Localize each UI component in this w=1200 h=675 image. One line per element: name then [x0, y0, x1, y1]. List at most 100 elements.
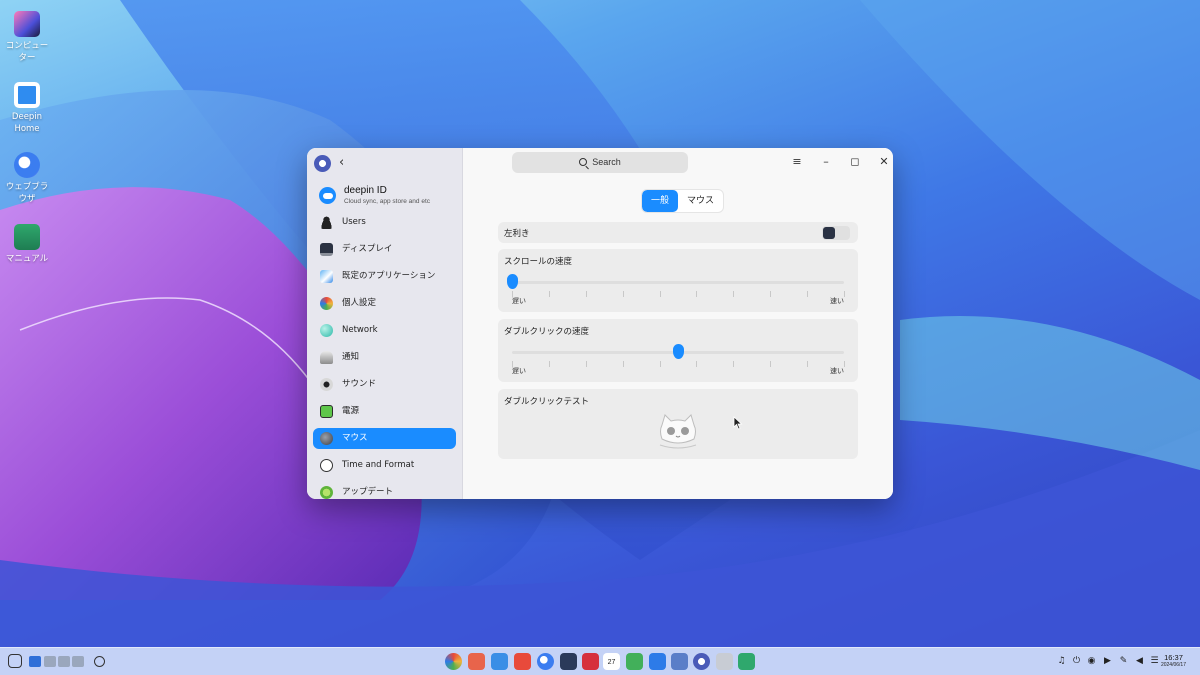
sidebar-item-label: Users [342, 217, 366, 227]
sidebar-item-label: アップデート [342, 487, 394, 497]
minimize-button[interactable]: – [818, 154, 834, 170]
screen-record-icon[interactable]: ▶ [1102, 656, 1113, 666]
computer-icon [14, 11, 40, 37]
slider-tick [844, 361, 845, 367]
slider-tick [512, 291, 513, 297]
cloud-icon [319, 187, 336, 204]
slider-tick [585, 291, 587, 297]
browser-icon[interactable] [537, 653, 554, 670]
sidebar-item-label: Network [342, 325, 378, 335]
slow-label: 遅い [512, 367, 526, 375]
back-button[interactable]: ‹ [339, 155, 344, 170]
tab-mouse[interactable]: マウス [678, 190, 723, 212]
workspace-4-icon[interactable] [72, 656, 84, 667]
scroll-speed-label: スクロールの速度 [504, 257, 573, 267]
sidebar-item-users[interactable]: Users [313, 212, 456, 233]
desktop-icon-browser[interactable]: ウェブブラウザ [4, 152, 50, 205]
slider-tick [548, 361, 550, 367]
sidebar-item-default-apps[interactable]: 既定のアプリケーション [313, 266, 456, 287]
desktop-icon-computer[interactable]: コンピューター [4, 11, 50, 64]
double-click-speed-card: ダブルクリックの速度 遅い 速い [498, 319, 858, 382]
search-box[interactable]: Search [512, 152, 688, 173]
slider-tick [585, 361, 587, 367]
sidebar-item-network[interactable]: Network [313, 320, 456, 341]
workspace-2-icon[interactable] [44, 656, 56, 667]
slider-tick [659, 361, 661, 367]
desktop-icon-label: マニュアル [5, 254, 49, 264]
fast-label: 速い [830, 367, 844, 375]
network-icon[interactable]: ☰ [1149, 656, 1160, 666]
control-center-window: ‹ deepin ID Cloud sync, app store and et… [307, 148, 893, 499]
sidebar-item-notifications[interactable]: 通知 [313, 347, 456, 368]
menu-button[interactable]: ≡ [789, 154, 805, 170]
sidebar-item-mouse[interactable]: マウス [313, 428, 456, 449]
slider-tick [512, 361, 513, 367]
calendar-icon[interactable]: 27 [603, 653, 620, 670]
search-icon [579, 158, 588, 166]
slow-label: 遅い [512, 297, 526, 305]
tab-general[interactable]: 一般 [642, 190, 679, 212]
manual-icon [14, 224, 40, 250]
sidebar-nav: Users ディスプレイ 既定のアプリケーション 個人設定 Network 通知 [313, 212, 456, 499]
double-click-speed-thumb[interactable] [672, 344, 684, 359]
power-icon[interactable]: ⏻ [1071, 656, 1082, 666]
close-button[interactable]: ✕ [876, 154, 892, 170]
screenshot-icon[interactable] [671, 653, 688, 670]
multitask-view-icon[interactable] [8, 654, 22, 668]
slider-tick [844, 291, 845, 297]
sidebar-item-power[interactable]: 電源 [313, 401, 456, 422]
volume-icon[interactable]: ◀ [1134, 656, 1145, 666]
update-icon [320, 486, 333, 499]
control-center-logo-icon [314, 155, 331, 172]
sidebar-item-label: マウス [342, 433, 368, 443]
battery-icon [320, 405, 333, 418]
sidebar-item-sound[interactable]: サウンド [313, 374, 456, 395]
search-icon[interactable] [94, 656, 105, 667]
taskbar: 27 ♫ ⏻ ◉ ▶ ✎ ◀ ☰ 16:37 2024/06/17 [0, 647, 1200, 675]
scroll-speed-card: スクロールの速度 遅い 速い [498, 249, 858, 312]
control-center-icon[interactable] [693, 653, 710, 670]
user-icon [320, 216, 333, 229]
deepin-id-item[interactable]: deepin ID Cloud sync, app store and etc [319, 185, 456, 209]
sidebar-item-time-and-format[interactable]: Time and Format [313, 455, 456, 476]
app-store-bag-icon[interactable] [514, 653, 531, 670]
pen-icon[interactable]: ✎ [1118, 656, 1129, 666]
sidebar-item-label: 通知 [342, 352, 360, 362]
bell-icon [320, 351, 333, 364]
terminal-icon[interactable] [560, 653, 577, 670]
workspace-1-icon[interactable] [29, 656, 41, 667]
double-click-test-mascot-icon[interactable] [656, 411, 700, 451]
deepin-home-icon [14, 82, 40, 108]
mail-icon[interactable] [582, 653, 599, 670]
music-icon[interactable] [626, 653, 643, 670]
sidebar-item-display[interactable]: ディスプレイ [313, 239, 456, 260]
maximize-button[interactable]: ◻ [847, 154, 863, 170]
scroll-speed-track[interactable] [512, 281, 844, 284]
browser-icon [14, 152, 40, 178]
default-apps-icon [320, 270, 333, 283]
desktop-icon-label: ウェブブラウザ [5, 182, 49, 204]
desktop-icon-label: コンピューター [5, 41, 49, 63]
slider-tick [548, 291, 550, 297]
app-store-icon[interactable] [468, 653, 485, 670]
left-handed-switch[interactable] [822, 226, 850, 240]
clock[interactable]: 16:37 2024/06/17 [1161, 653, 1186, 668]
scroll-speed-thumb[interactable] [506, 274, 518, 289]
manual-icon[interactable] [738, 653, 755, 670]
launcher-icon[interactable] [445, 653, 462, 670]
desktop-icon-manual[interactable]: マニュアル [4, 224, 50, 265]
workspace-3-icon[interactable] [58, 656, 70, 667]
sidebar-item-personalization[interactable]: 個人設定 [313, 293, 456, 314]
sidebar-item-label: 電源 [342, 406, 360, 416]
sidebar-item-update[interactable]: アップデート [313, 482, 456, 499]
input-method-icon[interactable]: ♫ [1056, 656, 1067, 666]
clock-time: 16:37 [1164, 653, 1183, 662]
desktop-icon-deepin-home[interactable]: Deepin Home [4, 82, 50, 135]
video-icon[interactable] [649, 653, 666, 670]
notification-icon[interactable]: ◉ [1086, 656, 1097, 666]
left-handed-label: 左利き [504, 229, 530, 239]
file-manager-icon[interactable] [491, 653, 508, 670]
left-handed-row: 左利き [498, 222, 858, 243]
trash-icon[interactable] [716, 653, 733, 670]
desktop-icon-label: Deepin Home [11, 112, 43, 134]
